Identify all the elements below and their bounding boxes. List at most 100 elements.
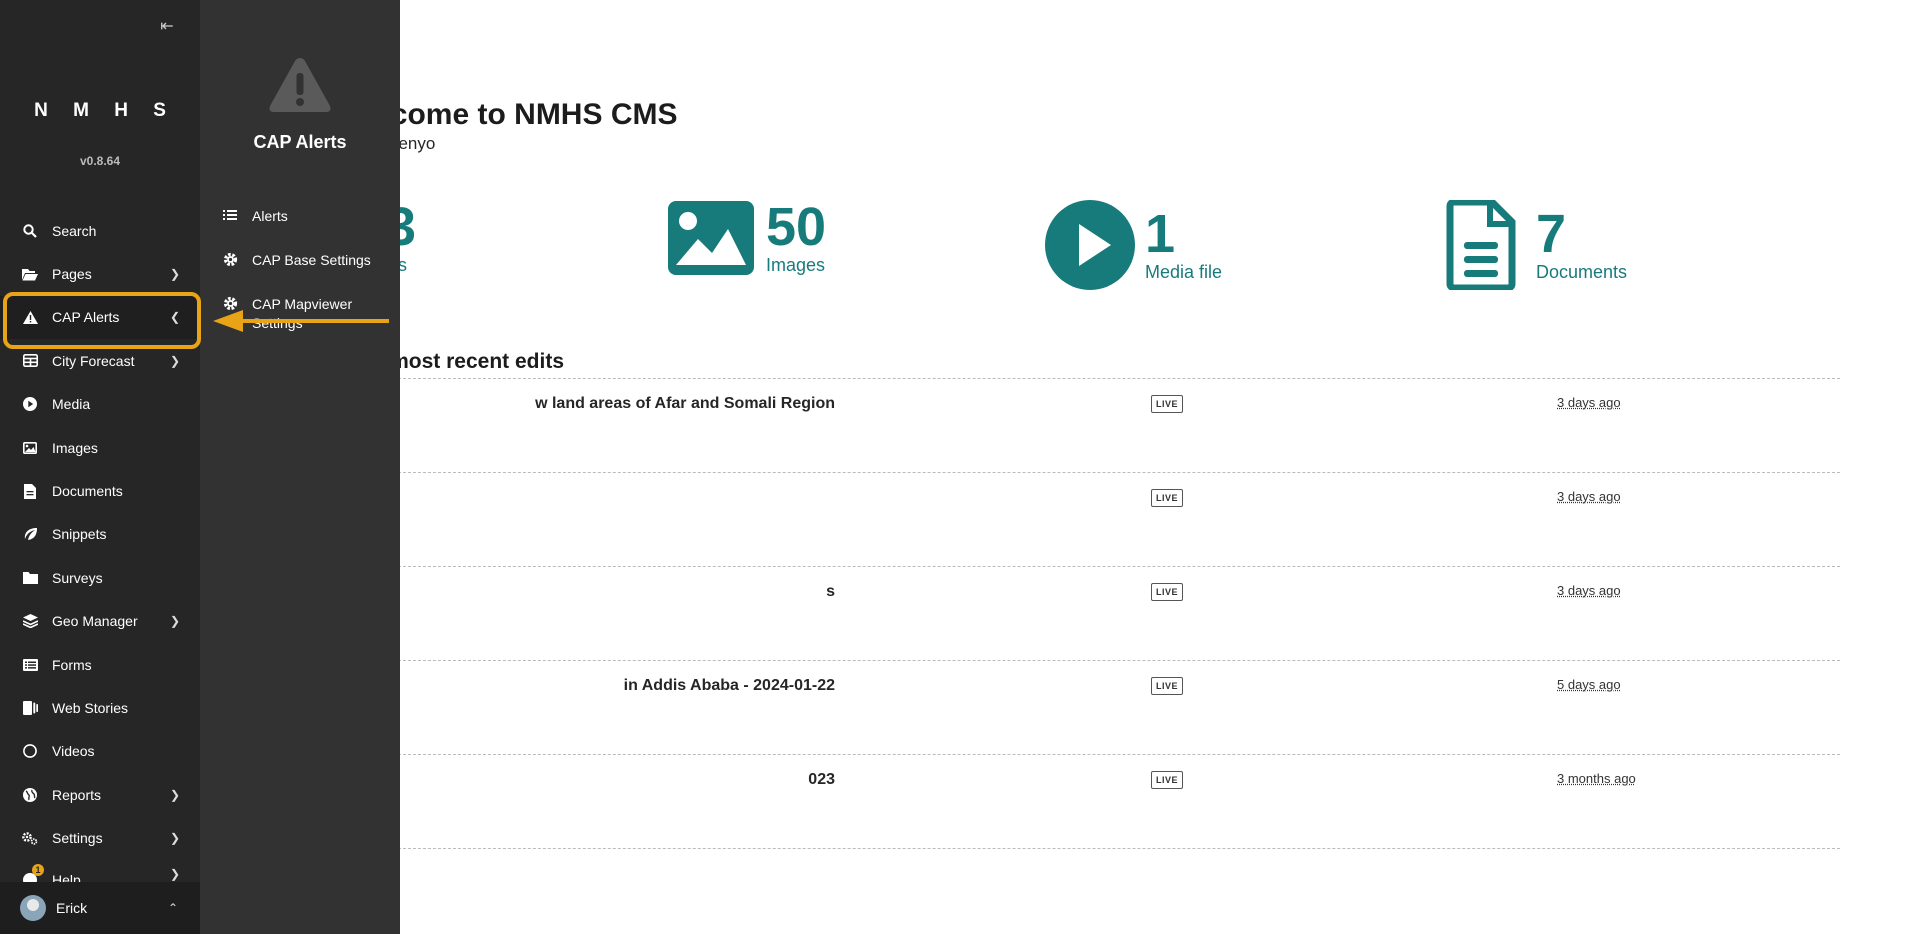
sidebar-item-images[interactable]: Images: [0, 426, 200, 469]
edit-title[interactable]: in Addis Ababa - 2024-01-22: [624, 677, 835, 695]
warning-icon: [269, 58, 331, 112]
submenu-item-cap-base-settings[interactable]: CAP Base Settings: [200, 239, 400, 283]
sidebar-item-web-stories[interactable]: Web Stories: [0, 686, 200, 729]
status-badge: LIVE: [1151, 489, 1184, 507]
sidebar-item-label: Snippets: [52, 526, 107, 543]
sidebar-item-city-forecast[interactable]: City Forecast ❯: [0, 339, 200, 382]
cog-icon: [222, 295, 238, 311]
edit-title[interactable]: w land areas of Afar and Somali Region: [535, 395, 835, 413]
video-icon: [22, 743, 38, 759]
sidebar-item-label: Documents: [52, 483, 123, 500]
account-username: Erick: [56, 900, 88, 916]
list-icon: [222, 207, 238, 223]
submenu-item-alerts[interactable]: Alerts: [200, 195, 400, 239]
sidebar-item-label: Web Stories: [52, 699, 128, 716]
sidebar-item-snippets[interactable]: Snippets: [0, 513, 200, 556]
sidebar-item-surveys[interactable]: Surveys: [0, 556, 200, 599]
stat-documents-label: Documents: [1536, 262, 1628, 282]
stat-documents[interactable]: 7 Documents: [1446, 200, 1627, 290]
stat-pages[interactable]: 63 Pages: [400, 200, 416, 276]
chevron-right-icon: ❯: [169, 831, 180, 846]
status-badge: LIVE: [1151, 677, 1184, 695]
globe-icon: [22, 787, 38, 803]
cog-icon: [222, 251, 238, 267]
chevron-right-icon: ❯: [169, 787, 180, 802]
warning-icon: [22, 309, 38, 325]
avatar: [20, 895, 46, 921]
chevron-right-icon: ❯: [169, 614, 180, 629]
sidebar-item-label: Videos: [52, 743, 95, 760]
gears-icon: [22, 830, 38, 846]
play-icon: [22, 396, 38, 412]
sidebar-item-cap-alerts[interactable]: CAP Alerts ❮: [0, 295, 200, 340]
status-badge: LIVE: [1151, 583, 1184, 601]
sidebar-item-label: Images: [52, 439, 98, 456]
table-icon: [22, 353, 38, 369]
sidebar-item-media[interactable]: Media: [0, 383, 200, 426]
sidebar-item-label: Pages: [52, 266, 92, 283]
dashboard-main: Welcome to NMHS CMS Erick Otenyo 63 Page…: [400, 0, 1920, 934]
submenu-list: Alerts CAP Base Settings CAP Mapviewer S…: [200, 195, 400, 331]
sidebar-item-label: Reports: [52, 786, 102, 803]
sidebar: ⇤ N M H S v0.8.64 Search Pages ❯ CAP Ale…: [0, 0, 200, 934]
submenu-title: CAP Alerts: [253, 132, 347, 152]
document-icon: [22, 483, 38, 499]
edit-time: 3 days ago: [1557, 395, 1621, 410]
sidebar-item-label: CAP Alerts: [52, 309, 120, 326]
edit-title[interactable]: s: [826, 583, 835, 601]
edit-time: 3 months ago: [1557, 771, 1636, 786]
folder-icon: [22, 570, 38, 586]
list-item[interactable]: 023 LIVE 3 months ago: [400, 755, 1840, 849]
submenu-item-label: Alerts: [252, 208, 288, 224]
stat-media[interactable]: 1 Media file: [1045, 200, 1222, 290]
web-stories-icon: [22, 700, 38, 716]
sidebar-menu: Search Pages ❯ CAP Alerts ❮ City Forecas…: [0, 209, 200, 888]
snippet-icon: [22, 526, 38, 542]
search-icon: [22, 223, 38, 239]
stat-pages-count: 63: [400, 197, 417, 257]
list-item[interactable]: w land areas of Afar and Somali Region L…: [400, 379, 1840, 473]
stat-images-label: Images: [766, 255, 826, 275]
sidebar-item-settings[interactable]: Settings ❯: [0, 816, 200, 859]
play-circle-icon: [1045, 200, 1135, 290]
status-badge: LIVE: [1151, 771, 1184, 789]
account-menu[interactable]: Erick ⌃: [0, 882, 200, 934]
chevron-up-icon: ⌃: [167, 901, 178, 915]
stat-media-count: 1: [1145, 204, 1176, 264]
app-logo[interactable]: N M H S: [0, 100, 200, 122]
sidebar-item-label: Media: [52, 396, 91, 413]
user-fullname: Erick Otenyo: [400, 134, 436, 153]
stat-images-count: 50: [766, 197, 827, 257]
edit-title[interactable]: 023: [808, 771, 835, 789]
sidebar-item-label: Geo Manager: [52, 613, 138, 630]
sidebar-item-reports[interactable]: Reports ❯: [0, 773, 200, 816]
sidebar-item-geo-manager[interactable]: Geo Manager ❯: [0, 600, 200, 643]
image-icon: [668, 201, 754, 275]
sidebar-item-label: Search: [52, 222, 97, 239]
list-item[interactable]: in Addis Ababa - 2024-01-22 LIVE 5 days …: [400, 661, 1840, 755]
sidebar-item-search[interactable]: Search: [0, 209, 200, 252]
sidebar-item-videos[interactable]: Videos: [0, 730, 200, 773]
recent-edits-list: w land areas of Afar and Somali Region L…: [400, 378, 1840, 849]
sidebar-item-label: Surveys: [52, 569, 103, 586]
sidebar-item-pages[interactable]: Pages ❯: [0, 252, 200, 295]
stat-images[interactable]: 50 Images: [668, 200, 826, 276]
layers-icon: [22, 613, 38, 629]
submenu-item-cap-mapviewer-settings[interactable]: CAP Mapviewer Settings: [200, 283, 400, 331]
collapse-left-icon[interactable]: ⇤: [156, 16, 178, 36]
notification-badge: 1: [32, 864, 44, 876]
sidebar-item-label: City Forecast: [52, 352, 135, 369]
document-icon: [1446, 200, 1516, 290]
submenu-item-label: CAP Mapviewer Settings: [252, 296, 353, 331]
list-item[interactable]: LIVE 3 days ago: [400, 473, 1840, 567]
list-item[interactable]: s LIVE 3 days ago: [400, 567, 1840, 661]
sidebar-item-forms[interactable]: Forms: [0, 643, 200, 686]
sidebar-item-documents[interactable]: Documents: [0, 469, 200, 512]
chevron-left-icon: ❮: [169, 310, 180, 325]
form-icon: [22, 657, 38, 673]
sidebar-item-label: Forms: [52, 656, 92, 673]
submenu-item-label: CAP Base Settings: [252, 252, 371, 268]
folder-open-icon: [22, 266, 38, 282]
recent-edits-heading: Your most recent edits: [400, 350, 564, 373]
page-title: Welcome to NMHS CMS: [400, 98, 678, 131]
